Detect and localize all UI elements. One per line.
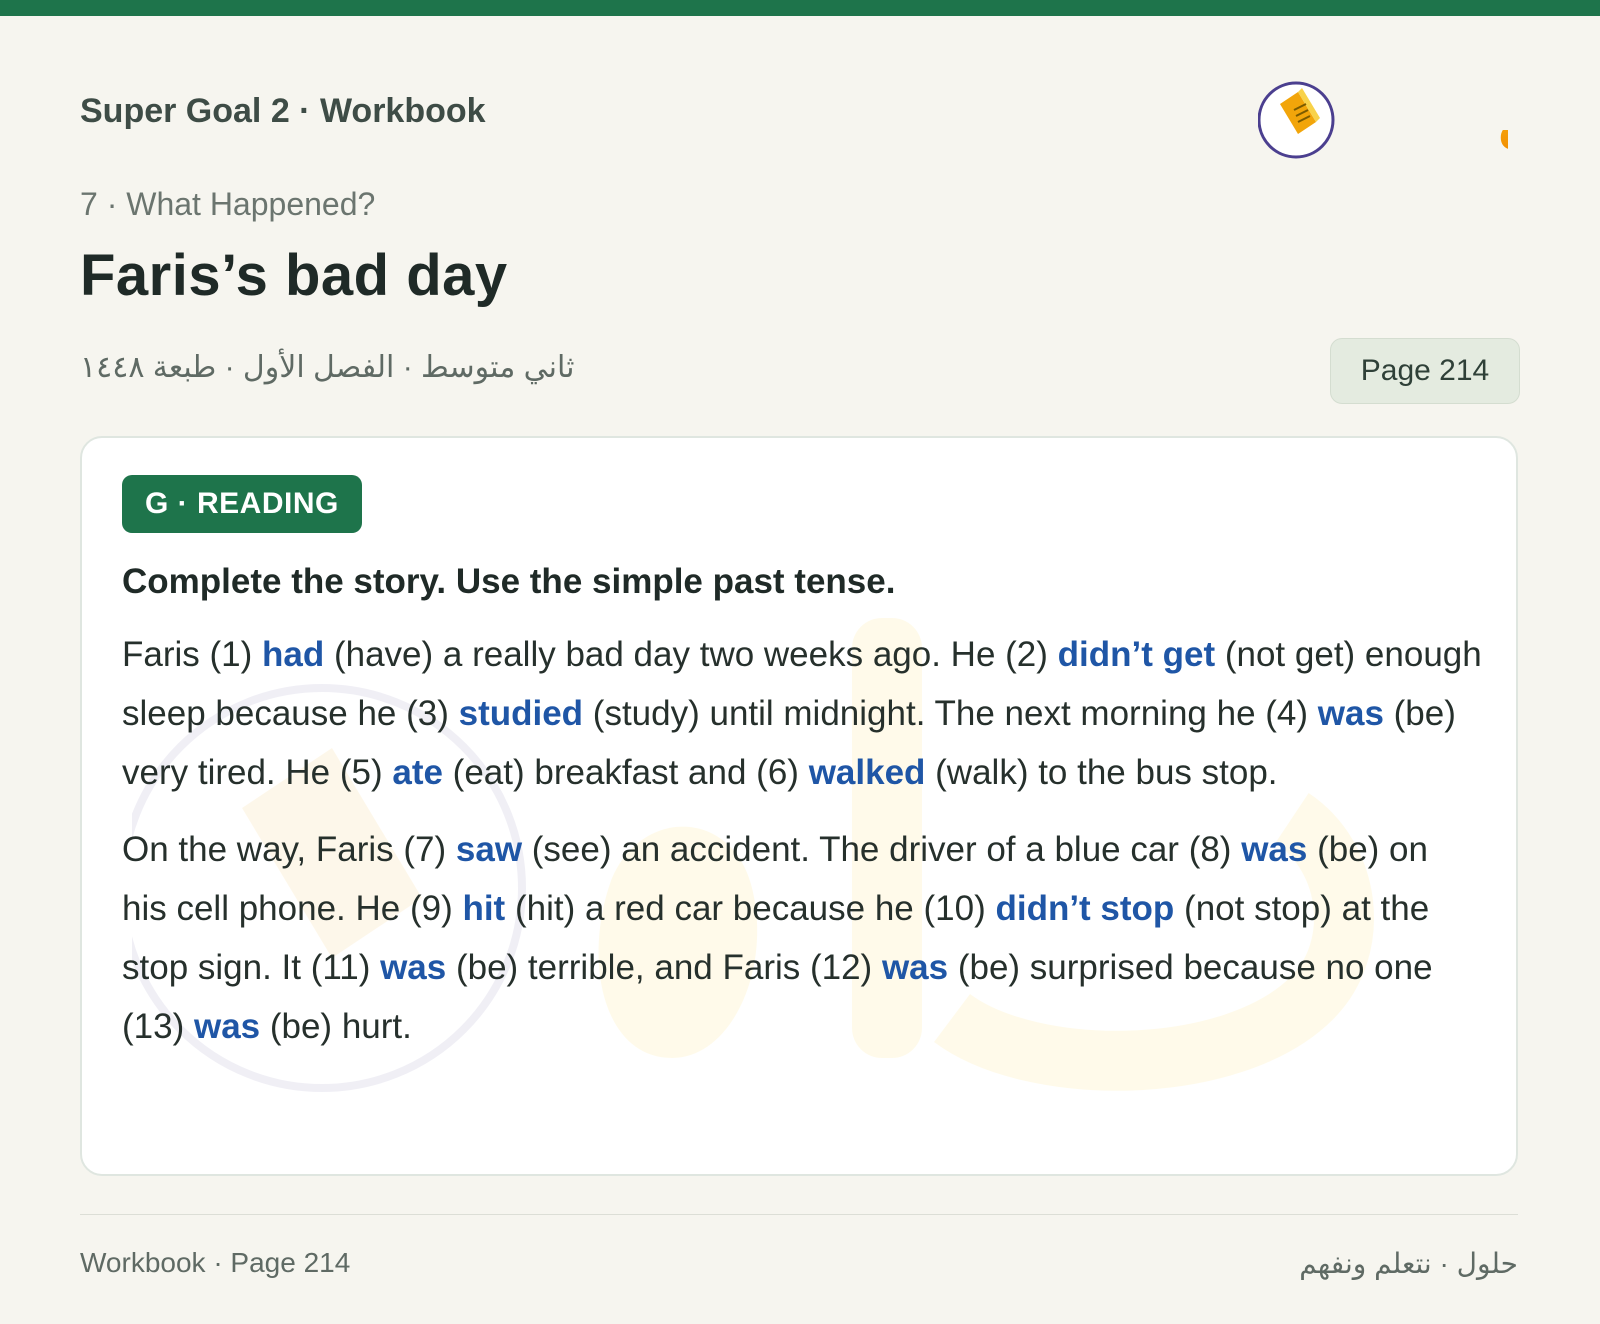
- story-text-segment: (have) a really bad day two weeks ago. H…: [324, 635, 1058, 674]
- grade-meta: ثاني متوسط · الفصل الأول · طبعة ١٤٤٨: [80, 351, 575, 384]
- answer-word: hit: [462, 889, 506, 928]
- exercise-card: G · READING Complete the story. Use the …: [80, 436, 1518, 1176]
- story-text-segment: (be) hurt.: [260, 1007, 412, 1046]
- story-text-segment: (be) terrible, and Faris (12): [446, 948, 882, 987]
- story-text-segment: (see) an accident. The driver of a blue …: [522, 830, 1242, 869]
- exercise-instructions: Complete the story. Use the simple past …: [122, 562, 896, 601]
- answer-word: saw: [455, 830, 523, 869]
- section-label: G · READING: [122, 475, 362, 533]
- story-text-segment: Faris (1): [122, 635, 262, 674]
- answer-word: was: [881, 948, 949, 987]
- answer-word: walked: [808, 753, 926, 792]
- answer-word: didn’t stop: [995, 889, 1175, 928]
- page-badge: Page 214: [1330, 338, 1520, 404]
- answer-word: was: [1317, 694, 1384, 733]
- story-text-segment: (walk) to the bus stop.: [925, 753, 1278, 792]
- story-text-segment: (study) until midnight. The next morning…: [583, 694, 1318, 733]
- top-accent-bar: [0, 0, 1600, 16]
- footer-divider: [80, 1214, 1518, 1215]
- story-paragraph: Faris (1) had (have) a really bad day tw…: [122, 625, 1482, 802]
- story-text: Faris (1) had (have) a really bad day tw…: [122, 625, 1482, 1056]
- book-icon: [1257, 81, 1335, 159]
- hulul-logo[interactable]: حلول: [1257, 62, 1600, 172]
- page-title: Faris’s bad day: [80, 243, 508, 308]
- unit-label: 7 · What Happened?: [80, 186, 376, 222]
- answer-word: ate: [392, 753, 443, 792]
- answer-word: was: [1241, 830, 1308, 869]
- answer-word: had: [262, 635, 325, 674]
- answer-word: was: [380, 948, 447, 987]
- logo-text: حلول: [1496, 78, 1508, 157]
- book-title: Super Goal 2 · Workbook: [80, 92, 486, 130]
- story-text-segment: On the way, Faris (7): [122, 830, 456, 869]
- answer-word: didn’t get: [1057, 635, 1216, 674]
- story-paragraph: On the way, Faris (7) saw (see) an accid…: [122, 820, 1482, 1056]
- story-text-segment: (eat) breakfast and (6): [442, 753, 809, 792]
- answer-word: was: [193, 1007, 261, 1046]
- story-text-segment: (hit) a red car because he (10): [505, 889, 996, 928]
- footer-tagline: حلول · نتعلم ونفهم: [1299, 1248, 1518, 1279]
- footer-page-info: Workbook · Page 214: [80, 1247, 351, 1278]
- answer-word: studied: [458, 694, 584, 733]
